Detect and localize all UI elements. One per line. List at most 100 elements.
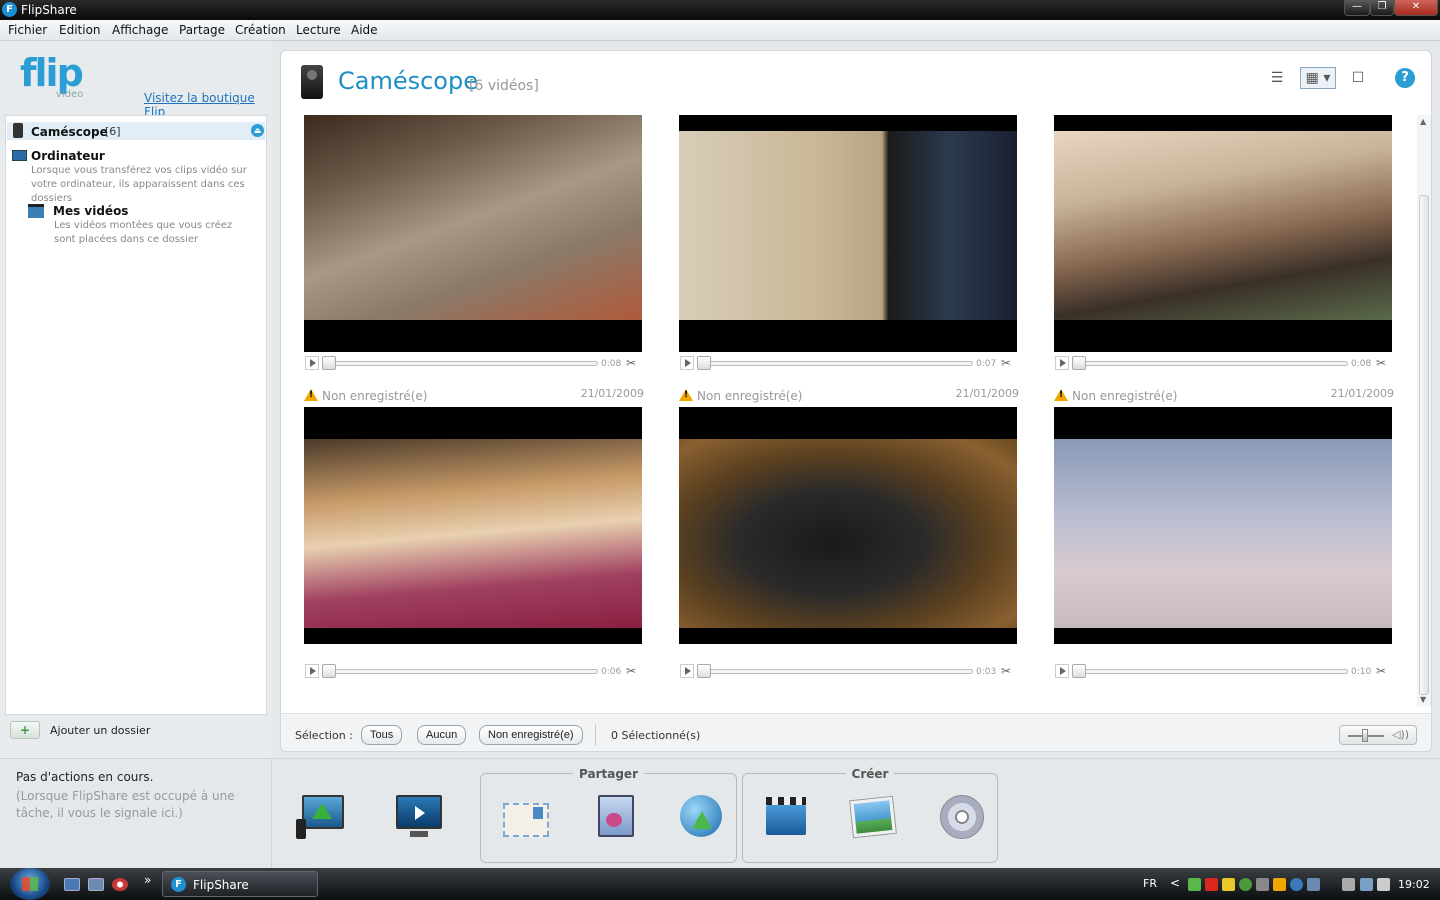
seek-handle[interactable]	[1072, 664, 1086, 678]
seek-bar[interactable]	[1078, 361, 1348, 366]
tray-usb-icon[interactable]	[1342, 878, 1355, 891]
seek-handle[interactable]	[697, 664, 711, 678]
vertical-scrollbar[interactable]: ▲ ▼	[1417, 115, 1431, 707]
clock[interactable]: 19:02	[1398, 878, 1430, 891]
menu-affichage[interactable]: Affichage	[112, 23, 168, 37]
eject-icon[interactable]: ⏏	[251, 124, 264, 137]
menu-fichier[interactable]: Fichier	[8, 23, 47, 37]
close-icon: ✕	[1411, 1, 1421, 12]
close-button[interactable]: ✕	[1394, 0, 1438, 16]
video-frame	[304, 439, 642, 628]
start-button[interactable]	[10, 868, 50, 900]
tray-security-icon[interactable]	[1239, 878, 1252, 891]
selection-label: Sélection :	[295, 729, 353, 742]
tree-item-camescope[interactable]: Caméscope [6] ⏏	[7, 122, 265, 140]
tray-connection-icon[interactable]	[1360, 878, 1373, 891]
seek-bar[interactable]	[703, 669, 973, 674]
play-button[interactable]	[1055, 356, 1069, 370]
menu-aide[interactable]: Aide	[351, 23, 378, 37]
grid-view-button[interactable]: ▦ ▾	[1300, 67, 1336, 89]
tray-warning-icon[interactable]	[1273, 878, 1286, 891]
scrollbar-thumb[interactable]	[1419, 195, 1429, 695]
single-view-button[interactable]: ☐	[1345, 67, 1371, 89]
play-button[interactable]	[305, 356, 319, 370]
scissors-icon[interactable]: ✂	[1001, 664, 1011, 678]
seek-handle[interactable]	[322, 664, 336, 678]
video-frame	[1054, 131, 1392, 320]
video-frame	[304, 115, 642, 320]
status-hint: (Lorsque FlipShare est occupé à une tâch…	[16, 789, 235, 820]
select-none-button[interactable]: Aucun	[417, 725, 467, 745]
video-thumbnail[interactable]	[304, 407, 642, 644]
scroll-down-icon[interactable]: ▼	[1420, 695, 1426, 704]
playback-controls: 0:07 ✂	[679, 356, 1019, 372]
title-bar: F FlipShare — ❐ ✕	[0, 0, 1440, 20]
scissors-icon[interactable]: ✂	[626, 356, 636, 370]
menu-partage[interactable]: Partage	[179, 23, 225, 37]
scissors-icon[interactable]: ✂	[626, 664, 636, 678]
clapperboard-icon	[28, 204, 44, 218]
seek-bar[interactable]	[703, 361, 973, 366]
main-header: Caméscope [6 vidéos] ☰ ▦ ▾ ☐ ?	[281, 51, 1431, 115]
seek-handle[interactable]	[1072, 356, 1086, 370]
burn-dvd-button[interactable]	[938, 793, 988, 841]
greeting-card-button[interactable]	[592, 793, 642, 841]
video-thumbnail[interactable]	[1054, 115, 1392, 352]
help-button[interactable]: ?	[1395, 68, 1415, 88]
list-view-button[interactable]: ☰	[1264, 67, 1290, 89]
online-share-button[interactable]	[678, 793, 728, 841]
video-thumbnail[interactable]	[304, 115, 642, 352]
scissors-icon[interactable]: ✂	[1376, 664, 1386, 678]
scroll-up-icon[interactable]: ▲	[1420, 117, 1426, 126]
tray-device-icon[interactable]	[1256, 878, 1269, 891]
tray-volume-icon[interactable]	[1377, 878, 1390, 891]
seek-handle[interactable]	[697, 356, 711, 370]
select-unsaved-button[interactable]: Non enregistré(e)	[479, 725, 583, 745]
switch-windows-icon[interactable]	[88, 878, 104, 891]
play-full-screen-button[interactable]	[394, 791, 444, 839]
import-to-computer-button[interactable]	[296, 793, 348, 841]
seek-bar[interactable]	[328, 669, 598, 674]
monitor-stand-icon	[410, 831, 428, 837]
logo-video-text: video	[56, 89, 84, 100]
video-thumbnail[interactable]	[679, 407, 1017, 644]
volume-slider[interactable]: ◁))	[1339, 725, 1417, 745]
tray-expand-icon[interactable]: <	[1170, 876, 1180, 890]
show-desktop-icon[interactable]	[64, 878, 80, 891]
video-thumbnail[interactable]	[1054, 407, 1392, 644]
media-player-icon[interactable]	[112, 878, 128, 891]
language-indicator[interactable]: FR	[1143, 877, 1157, 890]
video-thumbnail[interactable]	[679, 115, 1017, 352]
menu-creation[interactable]: Création	[235, 23, 286, 37]
video-count: [6 vidéos]	[469, 78, 539, 94]
play-button[interactable]	[680, 664, 694, 678]
menu-edition[interactable]: Edition	[59, 23, 101, 37]
minimize-button[interactable]: —	[1344, 0, 1370, 16]
menu-lecture[interactable]: Lecture	[296, 23, 341, 37]
tray-monitor-icon[interactable]	[1307, 878, 1320, 891]
seek-bar[interactable]	[328, 361, 598, 366]
taskbar-flipshare-button[interactable]: F FlipShare	[162, 871, 318, 897]
seek-handle[interactable]	[322, 356, 336, 370]
volume-handle[interactable]	[1362, 729, 1368, 742]
tray-network-icon[interactable]	[1188, 878, 1201, 891]
warning-icon	[679, 389, 693, 401]
play-button[interactable]	[305, 664, 319, 678]
scissors-icon[interactable]: ✂	[1001, 356, 1011, 370]
quick-launch-more-icon[interactable]: »	[144, 873, 151, 887]
add-folder-button[interactable]: + Ajouter un dossier	[8, 719, 258, 743]
snapshot-button[interactable]	[850, 795, 900, 843]
create-movie-button[interactable]	[764, 795, 814, 843]
email-button[interactable]	[503, 797, 553, 845]
maximize-button[interactable]: ❐	[1370, 0, 1394, 16]
scissors-icon[interactable]: ✂	[1376, 356, 1386, 370]
tray-app-icon[interactable]	[1222, 878, 1235, 891]
tray-ati-icon[interactable]	[1205, 878, 1218, 891]
play-button[interactable]	[680, 356, 694, 370]
select-all-button[interactable]: Tous	[361, 725, 403, 745]
tray-update-icon[interactable]	[1290, 878, 1303, 891]
play-button[interactable]	[1055, 664, 1069, 678]
playback-controls: 0:08 ✂	[1054, 356, 1394, 372]
seek-bar[interactable]	[1078, 669, 1348, 674]
tree-item-count: [6]	[105, 125, 121, 138]
